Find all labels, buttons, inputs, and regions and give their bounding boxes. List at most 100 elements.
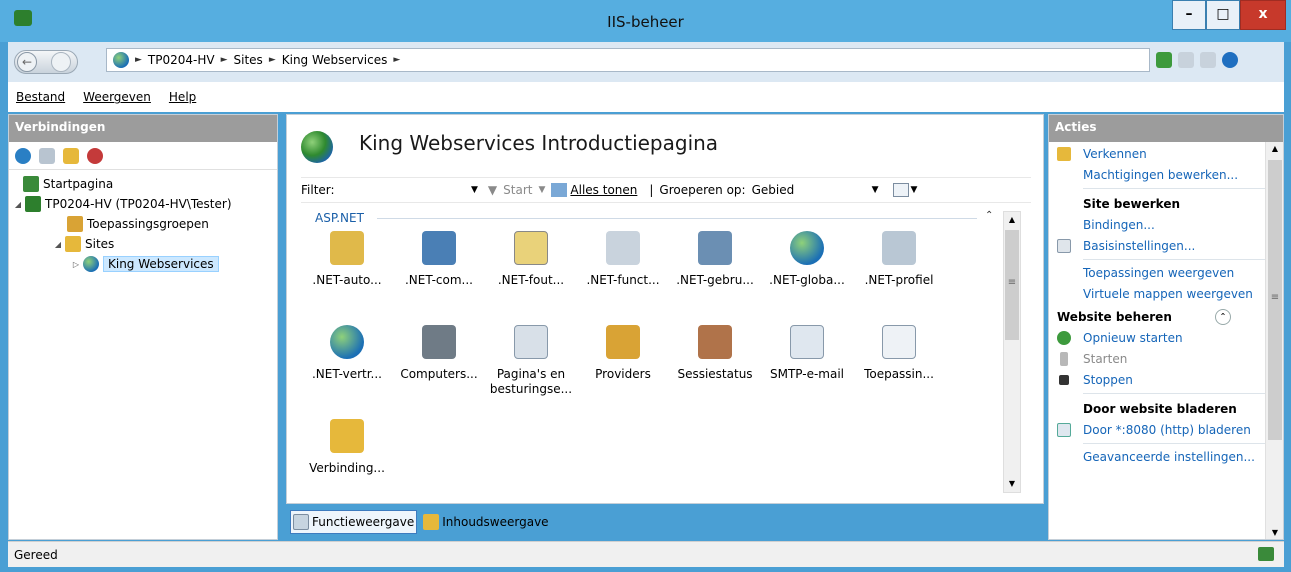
tree-node-server[interactable]: ◢ TP0204-HV (TP0204-HV\Tester) xyxy=(9,194,277,214)
maximize-button[interactable]: □ xyxy=(1206,0,1240,30)
refresh-icon[interactable] xyxy=(1156,52,1172,68)
session-user-icon xyxy=(698,325,732,359)
filter-bar: Filter: ▼ ▼ Start ▼ Alles tonen | Groepe… xyxy=(301,177,1031,203)
feature-pages-controls[interactable]: Pagina's en besturingse... xyxy=(485,325,577,397)
start-action[interactable]: Starten xyxy=(1049,351,1283,367)
stop-action[interactable]: Stoppen xyxy=(1049,372,1283,388)
advanced-settings-action[interactable]: Geavanceerde instellingen... xyxy=(1049,449,1283,465)
tree-node-sites[interactable]: ◢ Sites xyxy=(9,234,277,254)
feature-session-state[interactable]: Sessiestatus xyxy=(669,325,761,382)
edit-permissions-action[interactable]: Machtigingen bewerken... xyxy=(1049,167,1283,183)
filter-input[interactable]: Filter: xyxy=(301,183,471,197)
feature-net-compilation[interactable]: .NET-com... xyxy=(393,231,485,288)
view-apps-action[interactable]: Toepassingen weergeven xyxy=(1049,265,1283,281)
feature-net-profile[interactable]: .NET-profiel xyxy=(853,231,945,288)
start-page-icon xyxy=(23,176,39,192)
menu-bestand[interactable]: Bestand xyxy=(16,90,65,104)
tab-content-view[interactable]: Inhoudsweergave xyxy=(421,511,550,533)
feature-net-globalization[interactable]: .NET-globa... xyxy=(761,231,853,288)
feature-smtp-email[interactable]: SMTP-e-mail xyxy=(761,325,853,382)
view-switcher: Functieweergave Inhoudsweergave xyxy=(290,510,551,534)
expand-icon[interactable]: ▷ xyxy=(71,260,81,269)
users-icon xyxy=(698,231,732,265)
settings-list-icon xyxy=(882,325,916,359)
actions-scrollbar[interactable]: ▲ ≡ ▼ xyxy=(1265,142,1283,539)
minimize-button[interactable]: – xyxy=(1172,0,1206,30)
breadcrumb-separator: ► xyxy=(135,55,142,65)
filter-dropdown-icon[interactable]: ▼ xyxy=(471,185,478,195)
server-key-icon xyxy=(422,325,456,359)
connect-icon[interactable] xyxy=(15,147,31,164)
database-ab-icon xyxy=(330,419,364,453)
scroll-up-button[interactable]: ▲ xyxy=(1004,212,1020,228)
collapse-group-icon[interactable]: ⌃ xyxy=(985,210,993,221)
feature-net-errorpages[interactable]: .NET-fout... xyxy=(485,231,577,288)
group-dropdown-icon[interactable]: ▼ xyxy=(872,185,879,195)
restart-icon xyxy=(1057,331,1071,345)
explore-action[interactable]: Verkennen xyxy=(1049,146,1283,162)
features-view-icon xyxy=(293,514,309,530)
feature-app-settings[interactable]: Toepassin... xyxy=(853,325,945,382)
manage-website-header: Website beheren ⌃ xyxy=(1049,309,1283,325)
feature-machine-key[interactable]: Computers... xyxy=(393,325,485,382)
basic-settings-action[interactable]: Basisinstellingen... xyxy=(1049,238,1283,254)
page-controls-icon xyxy=(514,325,548,359)
show-all-button[interactable]: Alles tonen xyxy=(570,183,637,197)
browse-window-icon xyxy=(1057,423,1071,437)
group-by-select[interactable]: Gebied xyxy=(752,183,872,197)
expand-icon[interactable]: ◢ xyxy=(13,200,23,209)
save-icon[interactable] xyxy=(39,147,55,164)
pages-icon xyxy=(606,231,640,265)
group-header: ASP.NET xyxy=(315,211,364,225)
breadcrumb-server[interactable]: TP0204-HV xyxy=(148,53,215,67)
up-folder-icon[interactable] xyxy=(63,147,79,164)
feature-net-functions[interactable]: .NET-funct... xyxy=(577,231,669,288)
feature-net-users[interactable]: .NET-gebru... xyxy=(669,231,761,288)
stop-icon[interactable] xyxy=(1178,52,1194,68)
tree-node-apppools[interactable]: Toepassingsgroepen xyxy=(9,214,277,234)
navigation-bar: ← ► TP0204-HV ► Sites ► King Webservices… xyxy=(8,42,1284,82)
help-icon[interactable] xyxy=(1222,52,1238,68)
bindings-action[interactable]: Bindingen... xyxy=(1049,217,1283,233)
address-bar[interactable]: ► TP0204-HV ► Sites ► King Webservices ► xyxy=(106,48,1150,72)
features-scrollbar[interactable]: ▲ ≡ ▼ xyxy=(1003,211,1021,493)
toolbar-tray xyxy=(1156,52,1238,68)
forward-button[interactable] xyxy=(51,52,71,72)
view-mode-icon[interactable] xyxy=(892,183,909,197)
back-button[interactable]: ← xyxy=(17,52,37,72)
start-dropdown-icon[interactable]: ▼ xyxy=(538,185,545,195)
scroll-down-button[interactable]: ▼ xyxy=(1266,528,1284,537)
profile-docs-icon xyxy=(882,231,916,265)
site-edit-header: Site bewerken xyxy=(1083,197,1181,211)
menu-help[interactable]: Help xyxy=(169,90,196,104)
tab-features-view[interactable]: Functieweergave xyxy=(290,510,418,534)
feature-providers[interactable]: Providers xyxy=(577,325,669,382)
feature-connection-strings[interactable]: Verbinding... xyxy=(301,419,393,476)
tree-node-start[interactable]: Startpagina xyxy=(9,174,277,194)
menu-weergeven[interactable]: Weergeven xyxy=(83,90,151,104)
browse-website-header: Door website bladeren xyxy=(1083,402,1237,416)
expand-icon[interactable]: ◢ xyxy=(53,240,63,249)
home-icon[interactable] xyxy=(1200,52,1216,68)
browse-port-action[interactable]: Door *:8080 (http) bladeren xyxy=(1049,422,1283,438)
collapse-section-icon[interactable]: ⌃ xyxy=(1215,309,1231,325)
view-vdirs-action[interactable]: Virtuele mappen weergeven xyxy=(1049,286,1283,302)
feature-net-authorization[interactable]: .NET-auto... xyxy=(301,231,393,288)
start-filter-button[interactable]: Start xyxy=(503,183,532,197)
404-page-icon xyxy=(514,231,548,265)
stop-square-icon xyxy=(1059,375,1069,385)
server-icon xyxy=(25,196,41,212)
scroll-down-button[interactable]: ▼ xyxy=(1004,476,1020,492)
disconnect-icon[interactable] xyxy=(87,147,103,164)
breadcrumb-site[interactable]: King Webservices xyxy=(282,53,388,67)
globe-check-icon xyxy=(330,325,364,359)
tree-node-site[interactable]: ▷ King Webservices xyxy=(9,254,277,274)
close-button[interactable]: x xyxy=(1240,0,1286,30)
view-dropdown-icon[interactable]: ▼ xyxy=(911,185,918,195)
globe-stand-icon xyxy=(790,231,824,265)
scroll-up-button[interactable]: ▲ xyxy=(1266,144,1284,153)
breadcrumb-sites[interactable]: Sites xyxy=(234,53,263,67)
restart-action[interactable]: Opnieuw starten xyxy=(1049,330,1283,346)
feature-net-trust[interactable]: .NET-vertr... xyxy=(301,325,393,382)
status-bar: Gereed xyxy=(8,541,1284,567)
